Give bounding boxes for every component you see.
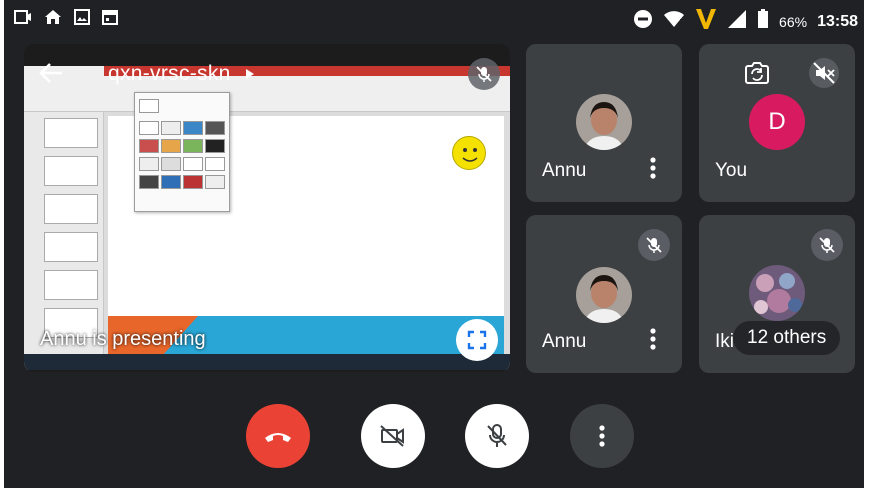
slide-thumb bbox=[44, 118, 98, 148]
participant-name: You bbox=[715, 160, 748, 181]
slide-thumb bbox=[44, 270, 98, 300]
camera-off-icon bbox=[380, 425, 404, 447]
slide-thumb bbox=[44, 156, 98, 186]
shared-screen-image bbox=[24, 66, 510, 370]
presentation-header: qxn-vrsc-skn bbox=[24, 44, 510, 100]
wifi-icon bbox=[663, 9, 685, 34]
battery-percent: 66% bbox=[779, 13, 808, 30]
participant-avatar bbox=[749, 265, 805, 321]
slide-thumbnails bbox=[24, 112, 104, 362]
back-arrow-icon[interactable] bbox=[38, 60, 64, 86]
meeting-code[interactable]: qxn-vrsc-skn bbox=[108, 62, 255, 86]
battery-icon bbox=[757, 9, 769, 34]
participant-tile-you[interactable]: D You bbox=[699, 44, 855, 202]
meeting-code-text: qxn-vrsc-skn bbox=[108, 62, 231, 85]
speaker-off-icon[interactable] bbox=[809, 58, 839, 93]
slide-thumb bbox=[44, 194, 98, 224]
signal-icon bbox=[727, 9, 747, 34]
end-call-icon bbox=[265, 433, 291, 442]
participant-name: Annu bbox=[542, 160, 587, 181]
mic-off-icon bbox=[811, 229, 843, 261]
do-not-disturb-icon bbox=[633, 9, 653, 34]
mic-off-icon bbox=[638, 229, 670, 261]
switch-camera-icon[interactable] bbox=[743, 60, 771, 91]
participant-avatar bbox=[576, 94, 632, 150]
presentation-tile[interactable]: qxn-vrsc-skn Annu is presenting bbox=[24, 44, 510, 372]
smiley-shape bbox=[452, 136, 486, 170]
themes-dropdown bbox=[134, 92, 230, 212]
participant-tile-others[interactable]: Iki 12 others bbox=[699, 215, 855, 373]
clock: 13:58 bbox=[817, 12, 858, 30]
cast-icon bbox=[14, 9, 32, 30]
more-options-button[interactable] bbox=[570, 404, 634, 468]
home-icon bbox=[44, 9, 62, 30]
caret-right-icon bbox=[245, 69, 254, 79]
participant-name: Annu bbox=[542, 331, 587, 352]
meet-call-screen: 66% 13:58 qxn-vrsc-skn Annu is presentin… bbox=[4, 0, 864, 488]
calendar-icon bbox=[102, 9, 118, 30]
presenter-mic-off-icon bbox=[468, 58, 500, 90]
you-avatar: D bbox=[749, 94, 805, 150]
camera-toggle-button[interactable] bbox=[361, 404, 425, 468]
os-taskbar bbox=[24, 354, 510, 370]
others-count-pill[interactable]: 12 others bbox=[733, 321, 841, 355]
participant-more-icon[interactable] bbox=[648, 327, 658, 351]
status-bar: 66% 13:58 bbox=[4, 0, 864, 38]
more-vert-icon bbox=[599, 425, 605, 447]
mic-toggle-button[interactable] bbox=[465, 404, 529, 468]
slide-thumb bbox=[44, 232, 98, 262]
participant-tile-annu[interactable]: Annu bbox=[526, 44, 682, 202]
fullscreen-button[interactable] bbox=[456, 319, 498, 361]
participant-tile-annu-2[interactable]: Annu bbox=[526, 215, 682, 373]
participant-more-icon[interactable] bbox=[648, 156, 658, 180]
end-call-button[interactable] bbox=[246, 404, 310, 468]
gallery-icon bbox=[74, 9, 90, 30]
presenter-label: Annu is presenting bbox=[40, 328, 206, 350]
participant-name: Iki bbox=[715, 331, 734, 352]
fullscreen-icon bbox=[467, 330, 487, 350]
vpn-v-icon bbox=[695, 7, 717, 36]
mic-off-icon bbox=[487, 424, 507, 447]
participant-avatar bbox=[576, 267, 632, 323]
